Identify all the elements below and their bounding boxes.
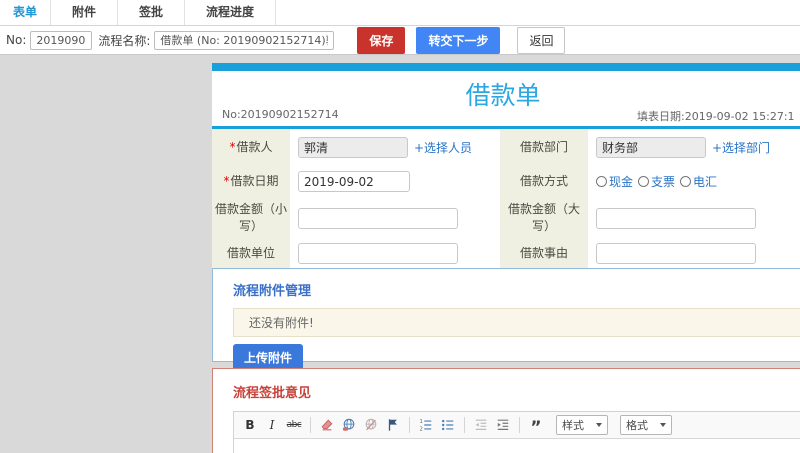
required-mark: * [229, 139, 236, 154]
styles-dropdown[interactable]: 样式 [556, 415, 608, 435]
editor-content-area[interactable] [234, 439, 800, 453]
tab-progress[interactable]: 流程进度 [185, 0, 277, 25]
editor-toolbar: B I abc 12 ” 样式 格式 [234, 412, 800, 439]
form-row-2: *借款日期 借款方式 现金 支票 电汇 [212, 165, 800, 198]
bulleted-list-icon[interactable] [440, 417, 456, 433]
tab-form[interactable]: 表单 [0, 0, 52, 25]
format-dropdown-label: 格式 [626, 419, 648, 432]
amount-big-label: 借款金额（大写） [500, 198, 588, 238]
borrower-label: *借款人 [212, 129, 290, 165]
flow-name-label: 流程名称: [98, 33, 151, 48]
toolbar-separator [310, 417, 311, 433]
loan-date-label: *借款日期 [212, 165, 290, 198]
loan-method-radios: 现金 支票 电汇 [596, 173, 717, 190]
tab-approval[interactable]: 签批 [118, 0, 186, 25]
doc-number: No:20190902152714 [222, 108, 339, 121]
form-row-4: 借款单位 借款事由 [212, 238, 800, 268]
chevron-down-icon [660, 423, 666, 427]
italic-icon[interactable]: I [264, 417, 280, 433]
attachments-panel: 流程附件管理 还没有附件! 上传附件 [212, 268, 800, 371]
page-title: 借款单 [465, 81, 541, 110]
svg-text:2: 2 [419, 427, 422, 432]
no-attachments-message: 还没有附件! [233, 308, 800, 337]
toolbar-row: No: 流程名称: 保存 转交下一步 返回 [0, 26, 800, 55]
styles-dropdown-label: 样式 [562, 419, 584, 432]
rich-text-editor: B I abc 12 ” 样式 格式 [233, 411, 800, 453]
borrower-input[interactable] [298, 136, 408, 158]
bold-icon[interactable]: B [242, 417, 258, 433]
blockquote-icon[interactable]: ” [528, 417, 544, 437]
link-icon[interactable] [341, 417, 357, 433]
select-person-link[interactable]: +选择人员 [414, 139, 472, 156]
format-dropdown[interactable]: 格式 [620, 415, 672, 435]
toolbar-separator [409, 417, 410, 433]
cheque-radio-label: 支票 [651, 175, 676, 189]
anchor-flag-icon[interactable] [385, 417, 401, 433]
fill-date: 填表日期:2019-09-02 15:27:1 [637, 110, 795, 123]
numbered-list-icon[interactable]: 12 [418, 417, 434, 433]
chevron-down-icon [596, 423, 602, 427]
loan-unit-label: 借款单位 [212, 238, 290, 268]
approval-section-title: 流程签批意见 [233, 386, 312, 401]
wire-transfer-radio-label: 电汇 [693, 175, 718, 189]
svg-text:1: 1 [419, 419, 422, 425]
form-meta-row: No:20190902152714 填表日期:2019-09-02 15:27:… [212, 107, 800, 123]
department-input[interactable] [596, 136, 706, 158]
loan-form-panel: 借款单 No:20190902152714 填表日期:2019-09-02 15… [212, 63, 800, 271]
amount-small-input[interactable] [298, 207, 458, 229]
toolbar-separator [519, 417, 520, 433]
loan-reason-label: 借款事由 [500, 238, 588, 268]
flow-name-input[interactable] [154, 30, 335, 50]
outdent-icon[interactable] [473, 417, 489, 433]
form-row-1: *借款人 +选择人员 借款部门 +选择部门 [212, 129, 800, 165]
amount-small-label: 借款金额（小写） [212, 198, 290, 238]
back-button[interactable]: 返回 [517, 26, 566, 54]
screen: 表单 附件 签批 流程进度 No: 流程名称: 保存 转交下一步 返回 借款单 … [0, 0, 800, 453]
tab-bar: 表单 附件 签批 流程进度 [0, 0, 800, 26]
cash-radio-label: 现金 [609, 175, 634, 189]
department-label: 借款部门 [500, 129, 588, 165]
form-top-bar [212, 63, 800, 71]
no-label: No: [6, 33, 27, 47]
tab-attachments[interactable]: 附件 [51, 0, 119, 25]
attachments-section-title: 流程附件管理 [233, 284, 312, 299]
strikethrough-icon[interactable]: abc [286, 417, 302, 433]
loan-date-input[interactable] [298, 171, 410, 192]
form-row-3: 借款金额（小写） 借款金额（大写） [212, 198, 800, 238]
save-button[interactable]: 保存 [357, 26, 406, 54]
required-mark: * [223, 174, 230, 188]
loan-method-label: 借款方式 [500, 165, 588, 198]
upload-attachment-button[interactable]: 上传附件 [233, 344, 304, 371]
select-department-link[interactable]: +选择部门 [712, 139, 770, 156]
wire-transfer-radio[interactable] [680, 176, 692, 187]
forward-next-step-button[interactable]: 转交下一步 [416, 26, 501, 54]
cash-radio[interactable] [596, 176, 607, 187]
loan-reason-input[interactable] [596, 242, 756, 264]
indent-icon[interactable] [495, 417, 511, 433]
amount-big-input[interactable] [596, 207, 756, 229]
remove-format-icon[interactable] [319, 417, 335, 433]
loan-unit-input[interactable] [298, 242, 458, 264]
unlink-icon[interactable] [363, 417, 379, 433]
approval-panel: 流程签批意见 B I abc 1 2 ” 样式 格式 [212, 368, 800, 453]
no-input[interactable] [30, 30, 93, 50]
cheque-radio[interactable] [638, 176, 650, 187]
toolbar-separator [464, 417, 465, 433]
